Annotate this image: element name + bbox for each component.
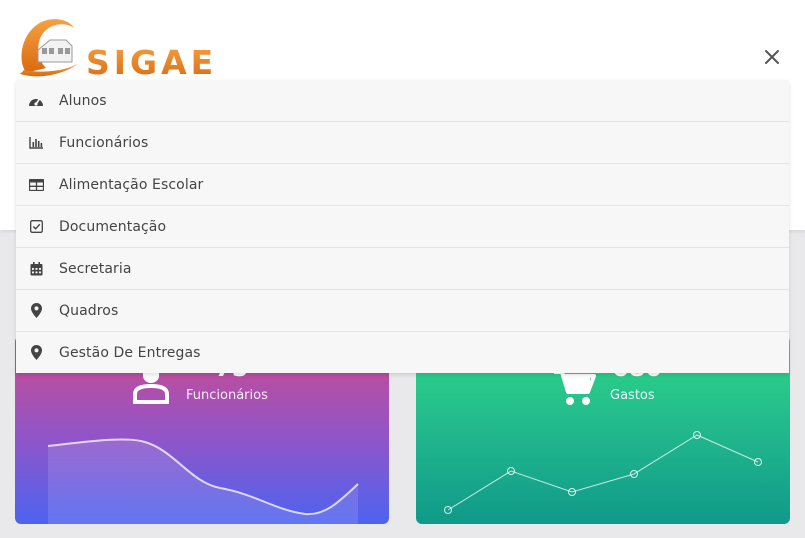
menu-item-quadros[interactable]: Quadros xyxy=(16,290,789,332)
menu-item-label: Documentação xyxy=(59,218,167,235)
close-menu-button[interactable] xyxy=(761,46,783,68)
menu-item-gestao-de-entregas[interactable]: Gestão De Entregas xyxy=(16,332,789,373)
sigae-logo[interactable]: SIGAE xyxy=(16,14,238,82)
menu-item-alimentacao-escolar[interactable]: Alimentação Escolar xyxy=(16,164,789,206)
calendar-icon xyxy=(28,261,44,277)
menu-item-alunos[interactable]: Alunos xyxy=(16,80,789,122)
header: SIGAE xyxy=(0,0,805,82)
close-icon xyxy=(765,50,779,64)
dashboard-icon xyxy=(28,93,44,109)
menu-item-label: Funcionários xyxy=(59,134,149,151)
menu-item-label: Quadros xyxy=(59,302,119,319)
menu-item-label: Alunos xyxy=(59,92,107,109)
menu-item-funcionarios[interactable]: Funcionários xyxy=(16,122,789,164)
navigation-menu: Alunos Funcionários Alimentação Escolar … xyxy=(16,80,789,373)
logo-text: SIGAE xyxy=(86,43,217,78)
bar-chart-icon xyxy=(28,135,44,151)
menu-item-label: Gestão De Entregas xyxy=(59,344,201,361)
table-icon xyxy=(28,177,44,193)
menu-item-secretaria[interactable]: Secretaria xyxy=(16,248,789,290)
map-marker-icon xyxy=(28,345,44,361)
menu-item-documentacao[interactable]: Documentação xyxy=(16,206,789,248)
menu-item-label: Secretaria xyxy=(59,260,132,277)
menu-item-label: Alimentação Escolar xyxy=(59,176,204,193)
checkbox-icon xyxy=(28,219,44,235)
map-marker-icon xyxy=(28,303,44,319)
